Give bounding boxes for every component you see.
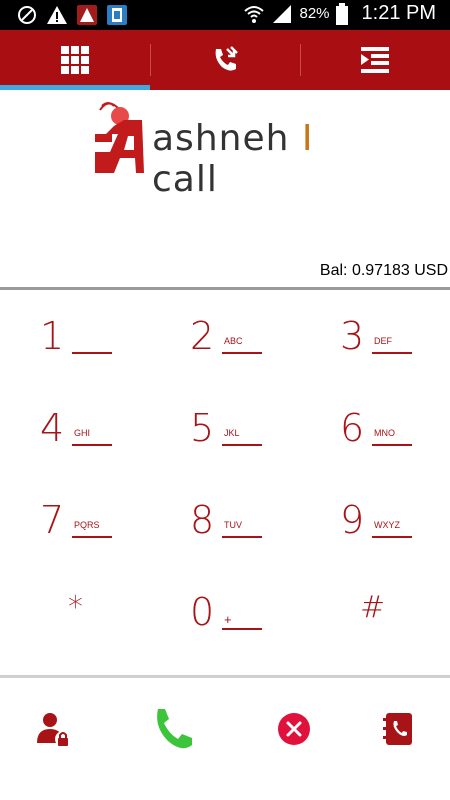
phone-arrows-icon xyxy=(215,46,238,71)
key-underline xyxy=(72,536,112,538)
key-underline xyxy=(222,536,262,538)
app-notification-icon xyxy=(77,5,97,25)
divider xyxy=(0,675,450,678)
key-digit: * xyxy=(68,590,83,625)
status-left-icons xyxy=(16,4,128,26)
divider xyxy=(0,287,450,290)
tab-call-log[interactable] xyxy=(150,30,300,90)
status-bar: 82% 1:21 PM xyxy=(0,0,450,30)
key-digit: 9 xyxy=(340,498,365,542)
key-digit: 5 xyxy=(190,406,215,450)
status-right-icons: 82% 1:21 PM xyxy=(243,2,436,25)
delete-button[interactable] xyxy=(270,705,318,753)
key-digit: 6 xyxy=(340,406,365,450)
key-0[interactable]: 0 + xyxy=(150,584,300,676)
key-underline xyxy=(372,444,412,446)
key-underline xyxy=(222,444,262,446)
key-letters: + xyxy=(224,612,232,627)
key-letters: MNO xyxy=(374,428,395,438)
logo-text-main: ashneh xyxy=(152,118,290,159)
wifi-icon xyxy=(244,5,265,23)
key-digit: 1 xyxy=(40,314,65,358)
sim-icon xyxy=(107,5,127,25)
key-underline xyxy=(72,444,112,446)
key-underline xyxy=(372,352,412,354)
key-digit: 7 xyxy=(40,498,65,542)
key-digit: # xyxy=(360,590,386,625)
key-hash[interactable]: # xyxy=(300,584,450,676)
key-letters: TUV xyxy=(224,520,242,530)
close-circle-icon xyxy=(278,713,310,745)
user-lock-icon xyxy=(37,713,71,747)
contacts-book-icon xyxy=(383,713,412,745)
key-underline xyxy=(72,352,112,354)
key-3[interactable]: 3 DEF xyxy=(300,308,450,400)
tab-menu[interactable] xyxy=(300,30,450,90)
key-underline xyxy=(222,352,262,354)
key-9[interactable]: 9 WXYZ xyxy=(300,492,450,584)
key-4[interactable]: 4 GHI xyxy=(0,400,150,492)
key-digit: 0 xyxy=(190,590,215,634)
logo-text: ashneh I call xyxy=(152,118,372,200)
key-digit: 8 xyxy=(190,498,215,542)
key-7[interactable]: 7 PQRS xyxy=(0,492,150,584)
key-digit: 4 xyxy=(40,406,65,450)
phone-icon xyxy=(157,709,192,749)
key-digit: 3 xyxy=(340,314,365,358)
key-digit: 2 xyxy=(190,314,215,358)
key-2[interactable]: 2 ABC xyxy=(150,308,300,400)
key-6[interactable]: 6 MNO xyxy=(300,400,450,492)
key-letters: DEF xyxy=(374,336,392,346)
signal-icon xyxy=(273,4,292,23)
key-letters: PQRS xyxy=(74,520,100,530)
key-star[interactable]: * xyxy=(0,584,150,676)
key-letters: ABC xyxy=(224,336,243,346)
grid-icon xyxy=(61,46,89,74)
tab-dialpad[interactable] xyxy=(0,30,150,90)
contacts-button[interactable] xyxy=(374,705,422,753)
balance-label: Bal: 0.97183 USD xyxy=(319,262,448,279)
app-logo: ashneh I call xyxy=(92,96,372,200)
battery-icon xyxy=(335,2,348,25)
logo-text-separator: I xyxy=(301,118,314,159)
key-letters: JKL xyxy=(224,428,240,438)
key-letters: GHI xyxy=(74,428,91,438)
tab-bar xyxy=(0,30,450,90)
warning-icon xyxy=(47,6,67,24)
key-letters: WXYZ xyxy=(374,520,400,530)
key-underline xyxy=(372,536,412,538)
call-button[interactable] xyxy=(148,705,196,753)
logo-mark-icon xyxy=(95,102,144,173)
blocked-icon xyxy=(18,6,36,24)
active-tab-indicator xyxy=(0,85,150,90)
key-8[interactable]: 8 TUV xyxy=(150,492,300,584)
key-underline xyxy=(222,628,262,630)
list-icon xyxy=(361,47,389,73)
logo-text-tail: call xyxy=(152,159,218,200)
account-lock-button[interactable] xyxy=(30,705,78,753)
battery-percent: 82% xyxy=(299,5,330,22)
clock: 1:21 PM xyxy=(361,2,436,24)
key-5[interactable]: 5 JKL xyxy=(150,400,300,492)
key-1[interactable]: 1 xyxy=(0,308,150,400)
